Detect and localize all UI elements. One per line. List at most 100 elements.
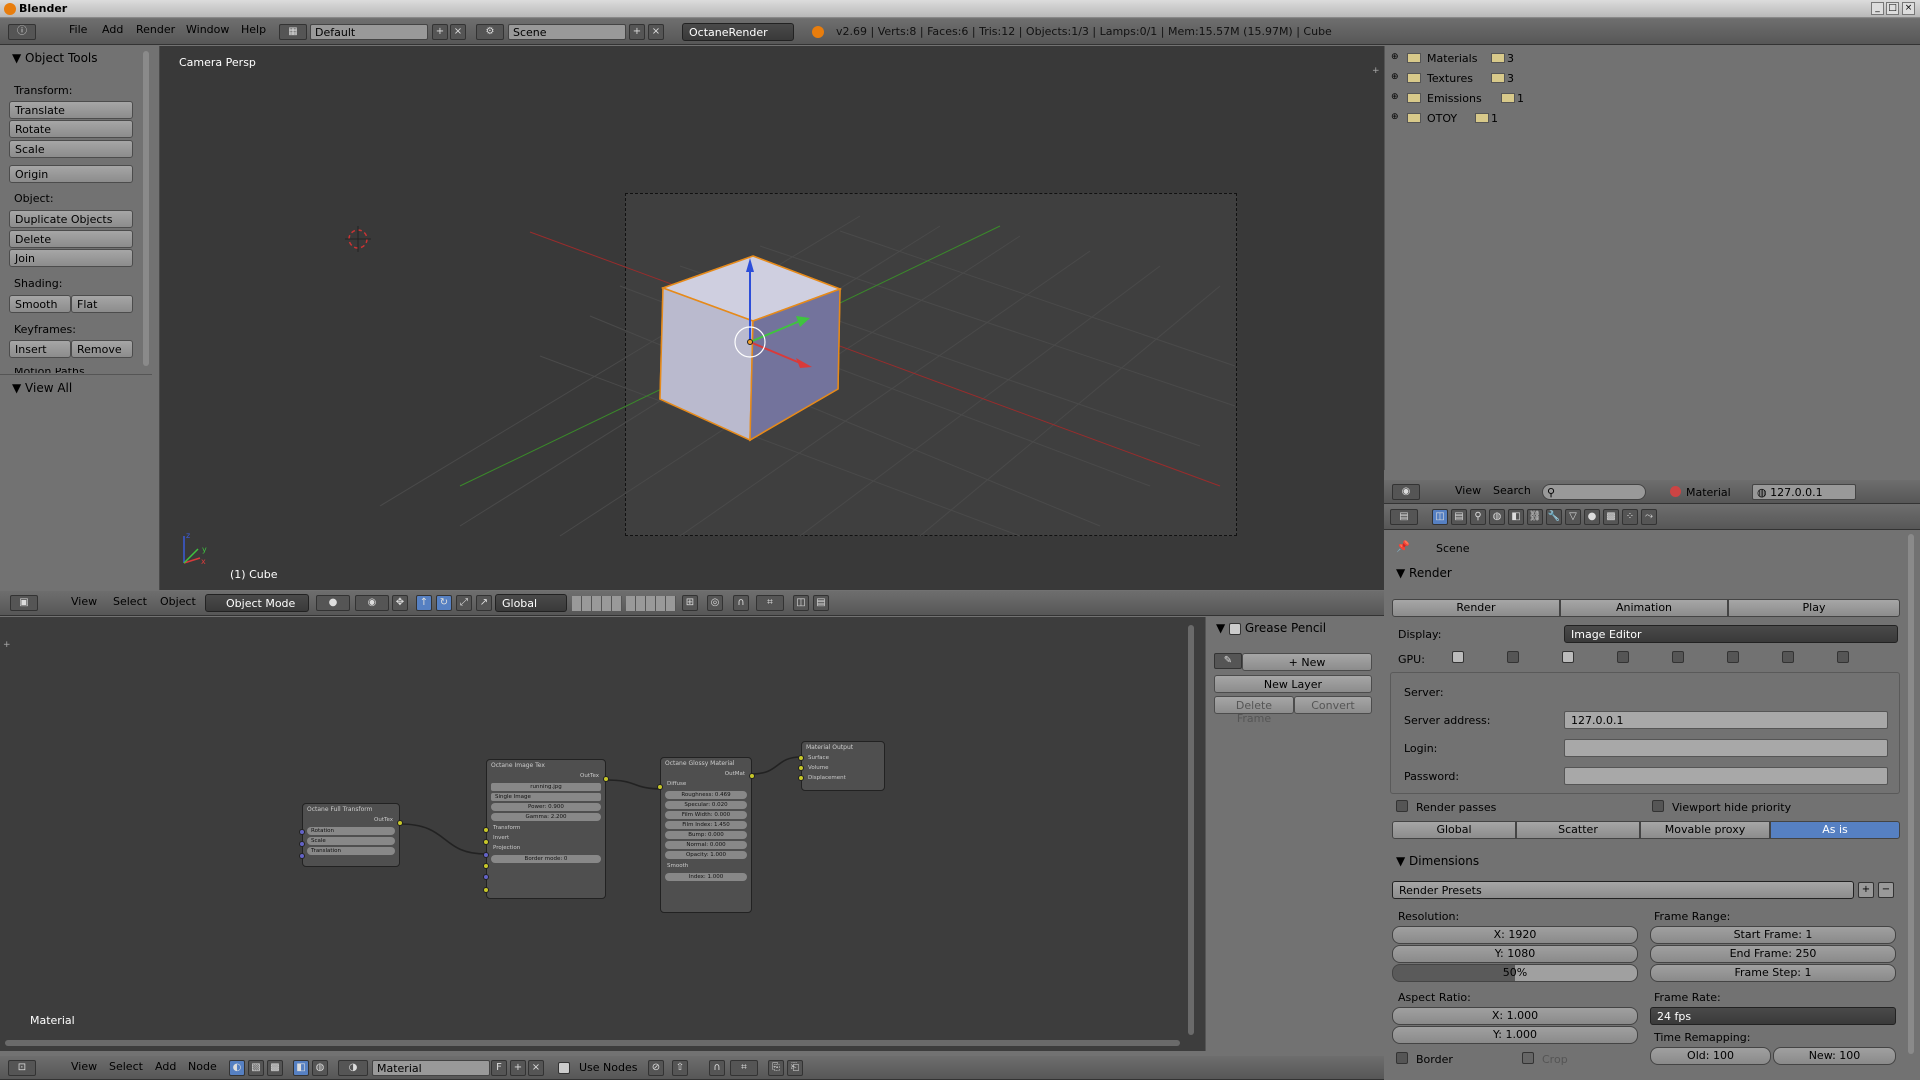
add-preset-icon[interactable]: + — [1858, 882, 1874, 898]
node-menu-view[interactable]: View — [71, 1060, 97, 1073]
proportional-edit-icon[interactable]: ◎ — [707, 595, 723, 611]
frame-step-field[interactable]: Frame Step: 1 — [1650, 964, 1896, 982]
remove-keyframe-button[interactable]: Remove — [71, 340, 133, 358]
node-image-gamma[interactable]: Gamma: 2.200 — [491, 813, 601, 821]
gpu-checkbox-8[interactable] — [1837, 651, 1849, 663]
viewport-menu-select[interactable]: Select — [113, 595, 147, 608]
material-browse-icon[interactable]: ◑ — [338, 1060, 368, 1076]
tab-movable-proxy[interactable]: Movable proxy — [1640, 821, 1770, 839]
render-still-icon[interactable]: ◫ — [793, 595, 809, 611]
render-anim-icon[interactable]: ▤ — [813, 595, 829, 611]
play-button[interactable]: Play — [1728, 599, 1900, 617]
end-frame-field[interactable]: End Frame: 250 — [1650, 945, 1896, 963]
tab-as-is[interactable]: As is — [1770, 821, 1900, 839]
modifiers-tab-icon[interactable]: 🔧 — [1546, 509, 1562, 525]
snap-element-icon[interactable]: ⌗ — [756, 595, 784, 611]
time-remap-new-field[interactable]: New: 100 — [1773, 1047, 1896, 1065]
menu-render[interactable]: Render — [136, 23, 175, 36]
aspect-x-field[interactable]: X: 1.000 — [1392, 1007, 1638, 1025]
convert-button[interactable]: Convert — [1294, 696, 1372, 714]
outliner-menu-search[interactable]: Search — [1493, 484, 1531, 497]
scene-selector[interactable]: Scene — [508, 24, 626, 40]
node-output-displacement-socket[interactable] — [798, 775, 804, 781]
render-layers-tab-icon[interactable]: ▤ — [1451, 509, 1467, 525]
expand-icon[interactable]: ⊕ — [1391, 72, 1399, 82]
world-nodes-icon[interactable]: ◍ — [312, 1060, 328, 1076]
rotate-button[interactable]: Rotate — [9, 120, 133, 138]
flat-button[interactable]: Flat — [71, 295, 133, 313]
scale-manipulator-icon[interactable]: ⤢ — [456, 595, 472, 611]
expand-icon[interactable]: ⊕ — [1391, 112, 1399, 122]
render-engine-selector[interactable]: OctaneRender — [682, 23, 794, 41]
render-button[interactable]: Render — [1392, 599, 1560, 617]
3d-viewport[interactable]: Camera Persp + z y x (1) Cube — [160, 46, 1384, 590]
outliner-address-field[interactable]: ◍ 127.0.0.1 — [1752, 484, 1856, 500]
orientation-selector[interactable]: Global — [495, 594, 567, 612]
snap-toggle-icon[interactable]: ∩ — [733, 595, 749, 611]
scale-button[interactable]: Scale — [9, 140, 133, 158]
expand-icon[interactable]: ⊕ — [1391, 92, 1399, 102]
node-glossy-film-width[interactable]: Film Width: 0.000 — [665, 811, 747, 819]
new-layer-button[interactable]: New Layer — [1214, 675, 1372, 693]
animation-button[interactable]: Animation — [1560, 599, 1728, 617]
frame-rate-selector[interactable]: 24 fps — [1650, 1007, 1896, 1025]
material-tab-icon[interactable]: ● — [1584, 509, 1600, 525]
node-transform-rot-socket[interactable] — [299, 829, 305, 835]
join-button[interactable]: Join — [9, 249, 133, 267]
viewport-menu-object[interactable]: Object — [160, 595, 196, 608]
copy-nodes-icon[interactable]: ⎘ — [768, 1060, 784, 1076]
login-input[interactable] — [1564, 739, 1888, 757]
node-octane-image-tex[interactable]: Octane Image Tex OutTex running.jpg Sing… — [483, 759, 609, 899]
object-nodes-icon[interactable]: ◧ — [293, 1060, 309, 1076]
node-image-invert-socket[interactable] — [483, 863, 489, 869]
node-menu-node[interactable]: Node — [188, 1060, 217, 1073]
tab-scatter[interactable]: Scatter — [1516, 821, 1640, 839]
node-editor-hscrollbar[interactable] — [5, 1040, 1180, 1046]
editor-type-node-icon[interactable]: ⊡ — [8, 1060, 36, 1076]
node-transform-translation[interactable]: Translation — [307, 847, 395, 855]
password-input[interactable] — [1564, 767, 1888, 785]
insert-keyframe-button[interactable]: Insert — [9, 340, 71, 358]
resolution-percent-field[interactable]: 50% — [1392, 964, 1638, 982]
render-tab-icon[interactable]: ◫ — [1432, 509, 1448, 525]
node-image-mode[interactable]: Single Image — [491, 793, 601, 801]
gpu-checkbox-3[interactable] — [1562, 651, 1574, 663]
node-glossy-index[interactable]: Index: 1.000 — [665, 873, 747, 881]
render-presets-selector[interactable]: Render Presets — [1392, 881, 1854, 899]
node-octane-glossy-material[interactable]: Octane Glossy Material OutMat Diffuse Ro… — [657, 757, 755, 913]
node-image-power[interactable]: Power: 0.900 — [491, 803, 601, 811]
shader-nodes-icon[interactable]: ◐ — [229, 1060, 245, 1076]
expand-icon[interactable]: ⊕ — [1391, 52, 1399, 62]
texture-tab-icon[interactable]: ▩ — [1603, 509, 1619, 525]
node-editor-vscrollbar[interactable] — [1188, 625, 1194, 1035]
view-all-panel-header[interactable]: ▼ View All — [12, 381, 72, 395]
origin-button[interactable]: Origin — [9, 165, 133, 183]
node-glossy-smooth[interactable]: Smooth — [661, 861, 751, 871]
paste-nodes-icon[interactable]: ⎗ — [787, 1060, 803, 1076]
render-passes-checkbox[interactable] — [1396, 800, 1408, 812]
node-image-projection-socket[interactable] — [483, 874, 489, 880]
node-image-power-socket[interactable] — [483, 827, 489, 833]
outliner-search-input[interactable]: ⚲ — [1542, 484, 1646, 500]
gpu-checkbox-7[interactable] — [1782, 651, 1794, 663]
grease-pencil-new-button[interactable]: + New — [1242, 653, 1372, 671]
material-name-field[interactable]: Material — [372, 1060, 490, 1076]
node-menu-add[interactable]: Add — [155, 1060, 176, 1073]
node-output-volume-socket[interactable] — [798, 765, 804, 771]
node-snap-icon[interactable]: ∩ — [709, 1060, 725, 1076]
node-glossy-diffuse-socket[interactable] — [657, 784, 663, 790]
delete-button[interactable]: Delete — [9, 230, 133, 248]
maximize-icon[interactable]: □ — [1886, 2, 1899, 15]
node-menu-select[interactable]: Select — [109, 1060, 143, 1073]
object-mode-selector[interactable]: Object Mode — [205, 594, 309, 612]
node-image-out-socket[interactable] — [603, 776, 609, 782]
outliner-row-materials[interactable]: ⊕ Materials 3 — [1385, 50, 1920, 68]
scene-tab-icon[interactable]: ⚲ — [1470, 509, 1486, 525]
rotate-manipulator-icon[interactable]: ↻ — [436, 595, 452, 611]
node-image-transform-socket[interactable] — [483, 852, 489, 858]
node-image-invert[interactable]: Invert — [487, 833, 605, 843]
outliner-menu-view[interactable]: View — [1455, 484, 1481, 497]
outliner-row-otoy[interactable]: ⊕ OTOY 1 — [1385, 110, 1920, 128]
parent-tree-icon[interactable]: ⇧ — [672, 1060, 688, 1076]
add-layout-icon[interactable]: + — [432, 24, 448, 40]
